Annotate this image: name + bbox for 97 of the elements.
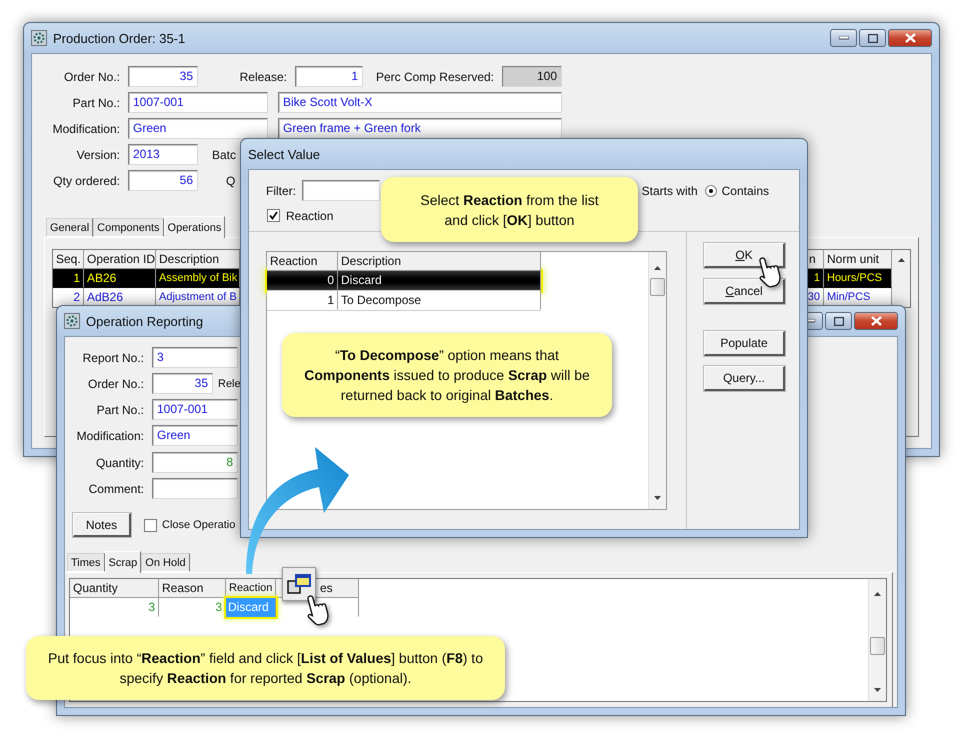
column-header[interactable]: Reaction: [267, 252, 338, 271]
table-cell: Discard: [338, 271, 541, 290]
scroll-thumb[interactable]: [870, 637, 885, 655]
column-header[interactable]: Norm unit: [824, 250, 892, 269]
radio-label: Starts with: [642, 184, 698, 198]
tab[interactable]: Operations: [164, 216, 226, 238]
gear-icon: [64, 313, 80, 329]
input-field[interactable]: Green: [128, 118, 268, 139]
check-icon: [269, 211, 278, 220]
tab[interactable]: General: [46, 218, 94, 237]
radio-label: Contains: [722, 184, 769, 198]
checkbox[interactable]: [267, 209, 280, 222]
window-title: Production Order: 35-1: [53, 30, 186, 46]
notes-button[interactable]: Notes: [73, 513, 131, 537]
input-field[interactable]: Green: [152, 425, 238, 446]
radio-dot-icon: [708, 188, 713, 192]
field-label: Quantity:: [94, 456, 145, 470]
minimize-icon: [838, 36, 848, 40]
field-label: Filter:: [266, 184, 297, 198]
input-field[interactable]: [302, 180, 380, 201]
input-field[interactable]: 35: [128, 66, 198, 87]
dialog-button[interactable]: OK: [704, 243, 785, 268]
callout-text: Select Reaction from the list and click [OK] button: [419, 190, 600, 230]
list-row[interactable]: 0 Discard: [267, 271, 541, 291]
window-title: Select Value: [248, 146, 320, 162]
minimize-button[interactable]: [830, 29, 857, 47]
field-label: Order No.:: [86, 376, 145, 390]
input-field[interactable]: 56: [128, 170, 198, 191]
dialog-button[interactable]: Query...: [704, 366, 785, 391]
field-label: Modification:: [52, 122, 121, 136]
input-field: 100: [502, 66, 562, 87]
down-arrow-icon[interactable]: [874, 688, 881, 692]
up-arrow-icon[interactable]: [874, 592, 881, 596]
list-row[interactable]: 1 To Decompose: [267, 291, 541, 311]
tab[interactable]: Scrap: [104, 551, 142, 573]
input-field[interactable]: 1: [295, 66, 363, 87]
field-label: Report No.:: [82, 350, 145, 364]
maximize-icon: [834, 316, 844, 326]
callout-text: “To Decompose” option means that Components issued to produce Scrap will be returned back to original Batches.: [304, 346, 590, 405]
scroll-thumb[interactable]: [650, 278, 665, 296]
windows-icon: [287, 573, 311, 595]
checkbox[interactable]: [144, 518, 157, 532]
gear-icon: [31, 30, 47, 46]
input-field[interactable]: 2013: [128, 144, 198, 165]
callout-text: Put focus into “Reaction” field and click [List of Values] button (F8) to specify Reaction for reported Scrap (optional).: [47, 649, 484, 688]
field-label: Perc Comp Reserved:: [374, 70, 495, 84]
tab[interactable]: On Hold: [141, 553, 190, 572]
column-header[interactable]: Quantity: [70, 579, 159, 598]
column-header[interactable]: Seq.: [53, 250, 84, 269]
input-field[interactable]: [152, 478, 238, 499]
window-title: Operation Reporting: [86, 314, 204, 328]
field-label: Part No.:: [72, 96, 121, 110]
tab[interactable]: Components: [93, 218, 164, 237]
field-label: Q: [226, 174, 236, 188]
down-arrow-icon[interactable]: [654, 496, 661, 500]
input-field[interactable]: 8: [152, 452, 238, 473]
field-label: Version:: [76, 148, 121, 162]
column-header[interactable]: Reason: [159, 579, 226, 598]
scrollbar[interactable]: [868, 579, 886, 701]
tab[interactable]: Times: [67, 553, 105, 572]
table-cell: 0: [267, 271, 338, 290]
field-label: Comment:: [88, 482, 145, 496]
maximize-button[interactable]: [825, 312, 852, 330]
field-label: Part No.:: [96, 402, 145, 416]
input-field[interactable]: 3: [152, 347, 238, 368]
close-icon: [904, 33, 916, 43]
column-header[interactable]: Description: [156, 250, 240, 269]
field-label: Qty ordered:: [52, 174, 121, 188]
checkbox-label: Reaction: [286, 208, 334, 222]
checkbox-label: Close Operatio: [162, 519, 236, 531]
close-button[interactable]: [888, 29, 932, 47]
column-header[interactable]: Description: [338, 252, 541, 271]
dialog-button[interactable]: Cancel: [704, 279, 785, 304]
up-arrow-icon[interactable]: [898, 258, 904, 262]
table-cell: 3: [70, 598, 159, 617]
field-label: Modification:: [76, 428, 145, 442]
up-arrow-icon[interactable]: [654, 266, 661, 270]
column-header[interactable]: Operation ID: [84, 250, 156, 269]
input-field[interactable]: 35: [152, 373, 213, 394]
maximize-button[interactable]: [859, 29, 886, 47]
close-button[interactable]: [854, 312, 898, 330]
input-field[interactable]: 1007-001: [152, 399, 238, 420]
field-label: Rele: [218, 378, 241, 390]
input-field[interactable]: Green frame + Green fork: [278, 118, 562, 139]
dialog-button[interactable]: Populate: [704, 331, 785, 356]
field-label: Batc: [212, 148, 236, 162]
list-of-values-button[interactable]: [282, 567, 316, 601]
table-cell: 1: [267, 291, 338, 310]
field-label: Release:: [238, 70, 288, 84]
input-field[interactable]: 1007-001: [128, 92, 268, 113]
scrollbar[interactable]: [648, 252, 666, 509]
maximize-icon: [868, 34, 878, 42]
table-cell: To Decompose: [338, 291, 541, 310]
field-label: Order No.:: [62, 70, 121, 84]
close-icon: [870, 316, 882, 326]
input-field[interactable]: Bike Scott Volt-X: [278, 92, 562, 113]
radio-button[interactable]: [704, 184, 717, 196]
